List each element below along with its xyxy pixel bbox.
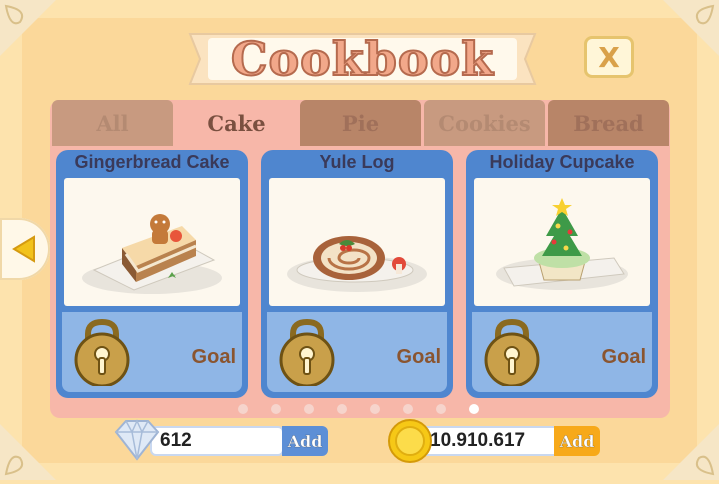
corner-ornament-icon (0, 0, 56, 56)
gem-count: 612 (150, 426, 284, 456)
arrow-left-icon (12, 235, 35, 263)
lock-icon (484, 318, 540, 386)
yule-log-icon (269, 178, 445, 306)
recipe-card[interactable]: Holiday Cupcake Goal (466, 150, 658, 398)
title-banner: Cookbook (180, 26, 545, 92)
recipe-name: Holiday Cupcake (489, 152, 635, 172)
page-title: Cookbook (230, 31, 495, 87)
corner-ornament-icon (663, 424, 719, 480)
tab-pie[interactable]: Pie (300, 100, 421, 146)
page-dot[interactable] (370, 404, 380, 414)
tab-cookies[interactable]: Cookies (424, 100, 545, 146)
category-tabs: All Cake Pie Cookies Bread (52, 100, 669, 146)
goal-label: Goal (601, 346, 646, 368)
diamond-icon (114, 419, 160, 461)
lock-icon (74, 318, 130, 386)
corner-ornament-icon (663, 0, 719, 56)
recipe-card[interactable]: Yule Log Goal (261, 150, 453, 398)
add-gems-button[interactable]: Add (282, 426, 328, 456)
coin-icon (388, 419, 432, 463)
corner-ornament-icon (0, 424, 56, 480)
goal-label: Goal (396, 346, 441, 368)
page-dot[interactable] (436, 404, 446, 414)
tab-bread[interactable]: Bread (548, 100, 669, 146)
goal-label: Goal (191, 346, 236, 368)
tab-all[interactable]: All (52, 100, 173, 146)
add-coins-button[interactable]: Add (554, 426, 600, 456)
page-dot[interactable] (238, 404, 248, 414)
gingerbread-cake-icon (64, 178, 240, 306)
close-button[interactable]: X (584, 36, 634, 78)
lock-icon (279, 318, 335, 386)
page-dot[interactable] (403, 404, 413, 414)
page-dot-current[interactable] (469, 404, 479, 414)
page-dot[interactable] (337, 404, 347, 414)
holiday-cupcake-icon (474, 178, 650, 306)
coin-count: 10.910.617 (420, 426, 560, 456)
recipe-card[interactable]: Gingerbread Cake Goal (56, 150, 248, 398)
page-dot[interactable] (271, 404, 281, 414)
recipe-name: Gingerbread Cake (74, 152, 230, 172)
tab-cake[interactable]: Cake (176, 100, 297, 146)
page-dot[interactable] (304, 404, 314, 414)
recipe-name: Yule Log (319, 152, 395, 172)
